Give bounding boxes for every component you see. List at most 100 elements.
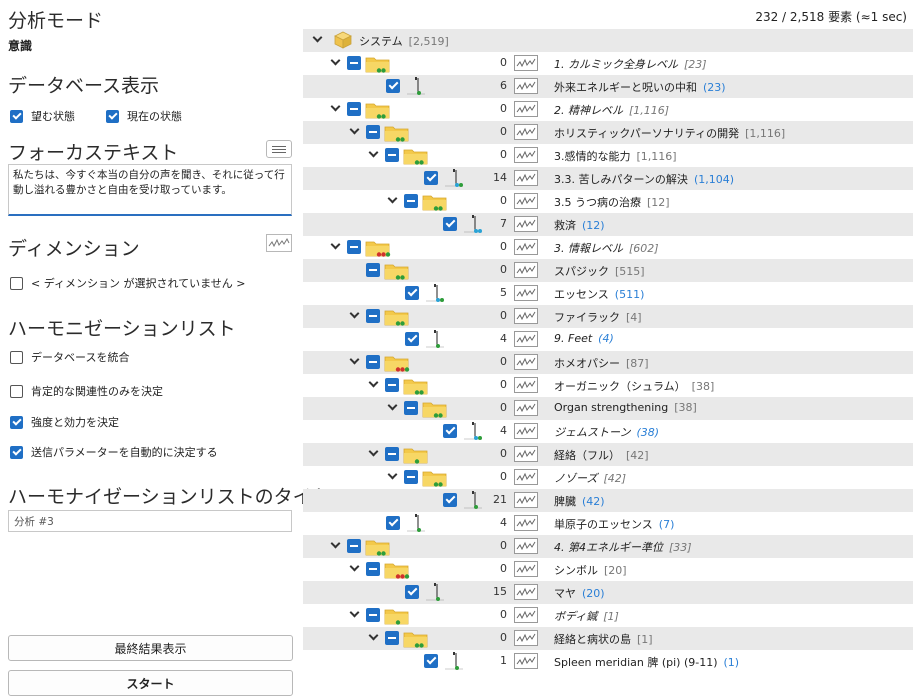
checked-icon[interactable] (386, 79, 400, 93)
strength-checkbox[interactable]: 強度と効力を決定 (10, 413, 119, 431)
partial-check-icon[interactable] (366, 125, 380, 139)
tree-folder-row[interactable]: 0 経絡（フル） [42] (303, 443, 913, 466)
tree-folder-row[interactable]: 0 ボディ鍼 [1] (303, 604, 913, 627)
auto-params-check-icon[interactable] (10, 445, 23, 459)
tree-folder-row[interactable]: 0 ホメオパシー [87] (303, 351, 913, 374)
wave-icon[interactable] (514, 538, 538, 554)
tree-folder-row[interactable]: 0 2. 精神レベル [1,116] (303, 98, 913, 121)
checked-icon[interactable] (424, 654, 438, 668)
tree-folder-row[interactable]: 0 1. カルミック全身レベル [23] (303, 52, 913, 75)
integrate-db-checkbox[interactable]: データベースを統合 (10, 348, 129, 366)
partial-check-icon[interactable] (385, 447, 399, 461)
wave-icon[interactable] (514, 239, 538, 255)
partial-check-icon[interactable] (404, 470, 418, 484)
checked-icon[interactable] (443, 424, 457, 438)
wave-icon[interactable] (514, 446, 538, 462)
desired-state-checkbox[interactable]: 望む状態 (10, 107, 75, 125)
tree-root-row[interactable]: システム [2,519] (303, 29, 913, 52)
wave-icon[interactable] (266, 234, 292, 252)
wave-icon[interactable] (514, 653, 538, 669)
tree-leaf-row[interactable]: 4 ジェムストーン (38) (303, 420, 913, 443)
integrate-db-check-icon[interactable] (10, 350, 23, 364)
tree-folder-row[interactable]: 0 オーガニック（シュラム） [38] (303, 374, 913, 397)
chevron-down-icon[interactable] (331, 57, 341, 67)
tree-leaf-row[interactable]: 7 救済 (12) (303, 213, 913, 236)
checked-icon[interactable] (386, 516, 400, 530)
wave-icon[interactable] (514, 607, 538, 623)
wave-icon[interactable] (514, 285, 538, 301)
chevron-down-icon[interactable] (388, 402, 398, 412)
checked-icon[interactable] (405, 585, 419, 599)
positive-only-checkbox[interactable]: 肯定的な関連性のみを決定 (10, 382, 163, 400)
chevron-down-icon[interactable] (331, 103, 341, 113)
wave-icon[interactable] (514, 584, 538, 600)
tree-folder-row[interactable]: 0 3.5 うつ病の治療 [12] (303, 190, 913, 213)
partial-check-icon[interactable] (404, 401, 418, 415)
wave-icon[interactable] (514, 492, 538, 508)
dimension-check-icon[interactable] (10, 276, 23, 290)
wave-icon[interactable] (514, 193, 538, 209)
chevron-down-icon[interactable] (369, 379, 379, 389)
chevron-down-icon[interactable] (313, 34, 323, 44)
partial-check-icon[interactable] (366, 263, 380, 277)
tree-folder-row[interactable]: 0 経絡と病状の島 [1] (303, 627, 913, 650)
partial-check-icon[interactable] (385, 631, 399, 645)
wave-icon[interactable] (514, 262, 538, 278)
current-state-checkbox[interactable]: 現在の状態 (106, 107, 182, 125)
partial-check-icon[interactable] (366, 355, 380, 369)
tree-leaf-row[interactable]: 6 外来エネルギーと呪いの中和 (23) (303, 75, 913, 98)
wave-icon[interactable] (514, 561, 538, 577)
tree-folder-row[interactable]: 0 Organ strengthening [38] (303, 397, 913, 420)
tree-leaf-row[interactable]: 1 Spleen meridian 脾 (pi) (9-11) (1) (303, 650, 913, 673)
wave-icon[interactable] (514, 331, 538, 347)
chevron-down-icon[interactable] (388, 471, 398, 481)
positive-only-check-icon[interactable] (10, 384, 23, 398)
wave-icon[interactable] (514, 354, 538, 370)
wave-icon[interactable] (514, 630, 538, 646)
partial-check-icon[interactable] (347, 56, 361, 70)
chevron-down-icon[interactable] (369, 448, 379, 458)
chevron-down-icon[interactable] (331, 241, 341, 251)
chevron-down-icon[interactable] (350, 563, 360, 573)
tree-leaf-row[interactable]: 14 3.3. 苦しみパターンの解決 (1,104) (303, 167, 913, 190)
tree-leaf-row[interactable]: 21 脾臓 (42) (303, 489, 913, 512)
tree-leaf-row[interactable]: 4 単原子のエッセンス (7) (303, 512, 913, 535)
tree-folder-row[interactable]: 0 ノゾーズ [42] (303, 466, 913, 489)
wave-icon[interactable] (514, 469, 538, 485)
partial-check-icon[interactable] (347, 539, 361, 553)
analysis-mode-value[interactable]: 意識 (8, 37, 32, 54)
chevron-down-icon[interactable] (331, 540, 341, 550)
chevron-down-icon[interactable] (388, 195, 398, 205)
partial-check-icon[interactable] (366, 562, 380, 576)
wave-icon[interactable] (514, 78, 538, 94)
checked-icon[interactable] (443, 217, 457, 231)
wave-icon[interactable] (514, 124, 538, 140)
wave-icon[interactable] (514, 377, 538, 393)
checked-icon[interactable] (443, 493, 457, 507)
tree-leaf-row[interactable]: 4 9. Feet (4) (303, 328, 913, 351)
final-result-button[interactable]: 最終結果表示 (8, 635, 293, 661)
tree-view[interactable]: システム [2,519] 0 1. カルミック全身レベル [23] 6 外来エネルギーと呪… (303, 29, 913, 686)
checked-icon[interactable] (405, 286, 419, 300)
partial-check-icon[interactable] (347, 102, 361, 116)
wave-icon[interactable] (514, 147, 538, 163)
auto-params-checkbox[interactable]: 送信パラメーターを自動的に決定する (10, 443, 218, 461)
tree-folder-row[interactable]: 0 3. 情報レベル [602] (303, 236, 913, 259)
partial-check-icon[interactable] (385, 378, 399, 392)
chevron-down-icon[interactable] (350, 356, 360, 366)
partial-check-icon[interactable] (366, 309, 380, 323)
tree-folder-row[interactable]: 0 スパジック [515] (303, 259, 913, 282)
chevron-down-icon[interactable] (350, 609, 360, 619)
current-state-check-icon[interactable] (106, 109, 119, 123)
list-title-input[interactable]: 分析 #3 (8, 510, 292, 532)
wave-icon[interactable] (514, 170, 538, 186)
wave-icon[interactable] (514, 423, 538, 439)
checked-icon[interactable] (405, 332, 419, 346)
checked-icon[interactable] (424, 171, 438, 185)
wave-icon[interactable] (514, 515, 538, 531)
chevron-down-icon[interactable] (350, 310, 360, 320)
tree-folder-row[interactable]: 0 3.感情的な能力 [1,116] (303, 144, 913, 167)
tree-folder-row[interactable]: 0 シンボル [20] (303, 558, 913, 581)
tree-folder-row[interactable]: 0 4. 第4エネルギー準位 [33] (303, 535, 913, 558)
desired-state-check-icon[interactable] (10, 109, 23, 123)
